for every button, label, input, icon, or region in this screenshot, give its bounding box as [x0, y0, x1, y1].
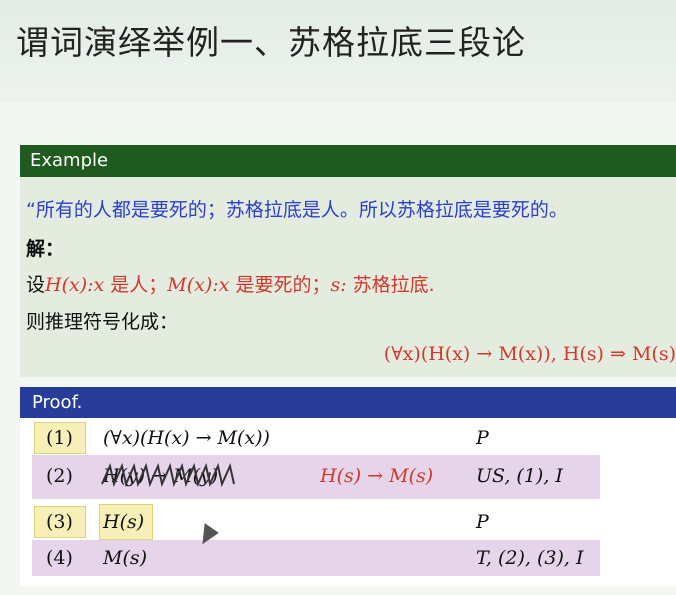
- symbolize-text: 则推理符号化成：: [26, 311, 179, 333]
- example-quote: “所有的人都是要死的；苏格拉底是人。所以苏格拉底是要死的。: [26, 199, 568, 221]
- define-prefix: 设: [26, 274, 46, 296]
- s-definition: s:: [330, 274, 347, 296]
- strikethrough-scribble: [101, 462, 235, 488]
- step-1-reason: P: [476, 427, 489, 449]
- step-4-reason: T, (2), (3), I: [476, 547, 584, 569]
- M-meaning: 是要死的；: [229, 274, 331, 296]
- H-definition: H(x):x: [45, 274, 105, 296]
- step-3-reason: P: [476, 511, 489, 533]
- M-definition: M(x):x: [167, 274, 230, 296]
- H-meaning: 是人；: [104, 274, 168, 296]
- step-2-number: (2): [46, 465, 73, 487]
- s-meaning: 苏格拉底.: [346, 274, 435, 296]
- step-1-formula: (∀x)(H(x) → M(x)): [103, 427, 270, 449]
- definitions-line: 设H(x):x 是人；M(x):x 是要死的；s: 苏格拉底.: [26, 270, 435, 297]
- step-2-instantiation: H(s) → M(s): [320, 465, 434, 487]
- step-3-number: (3): [46, 511, 73, 533]
- step-4-formula: M(s): [103, 547, 148, 569]
- example-header: Example: [20, 145, 676, 177]
- inference-formula: (∀x)(H(x) → M(x)), H(s) ⇒ M(s): [383, 343, 676, 365]
- step-2-reason: US, (1), I: [476, 465, 563, 487]
- slide-title: 谓词演绎举例一、苏格拉底三段论: [16, 23, 526, 62]
- step-4-number: (4): [46, 547, 73, 569]
- proof-header: Proof.: [20, 387, 676, 418]
- step-3-formula: H(s): [103, 511, 145, 533]
- step-1-number: (1): [46, 427, 73, 449]
- solution-label: 解：: [26, 238, 65, 260]
